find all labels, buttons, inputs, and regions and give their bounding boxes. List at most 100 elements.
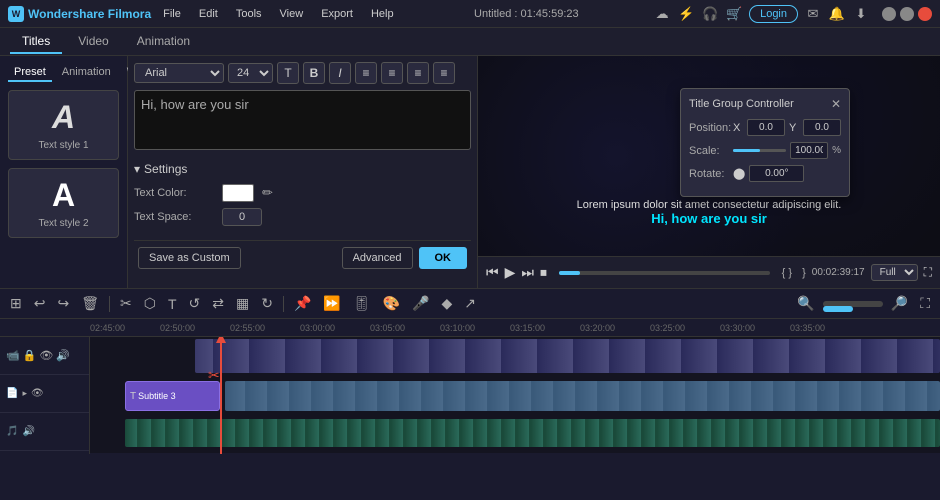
text-editor-area[interactable]: Hi, how are you sir bbox=[134, 90, 471, 150]
color-picker-swatch[interactable] bbox=[222, 184, 254, 202]
snap-icon[interactable]: 📌 bbox=[290, 293, 315, 314]
settings-header[interactable]: ▾ Settings bbox=[134, 162, 471, 176]
save-custom-button[interactable]: Save as Custom bbox=[138, 247, 241, 269]
audio-icon[interactable]: 🔊 bbox=[56, 349, 70, 362]
video-icon: 📹 bbox=[6, 349, 20, 362]
font-size-selector[interactable]: 24 bbox=[228, 63, 273, 83]
tgc-x-input[interactable] bbox=[747, 119, 785, 136]
italic-button[interactable]: I bbox=[329, 62, 351, 84]
close-button[interactable] bbox=[918, 7, 932, 21]
sub-tabs: Preset Animation WordArt bbox=[8, 64, 119, 82]
tgc-rotate-label: Rotate: bbox=[689, 168, 729, 180]
hi-how-text: Hi, how are you sir bbox=[651, 211, 767, 226]
tgc-scale-label: Scale: bbox=[689, 145, 729, 157]
zoom-out-icon[interactable]: 🔍 bbox=[793, 293, 818, 314]
visibility-icon[interactable]: 👁 bbox=[39, 349, 53, 362]
audio-clip-strip[interactable] bbox=[125, 419, 940, 447]
add-track-icon[interactable]: ⊞ bbox=[6, 293, 26, 314]
headphones-icon[interactable]: 🎧 bbox=[701, 5, 719, 23]
stop-button[interactable]: ⏹ bbox=[540, 264, 547, 281]
align-justify-button[interactable]: ≡ bbox=[433, 62, 455, 84]
subtitle-clip[interactable]: T Subtitle 3 bbox=[125, 381, 220, 411]
tab-video[interactable]: Video bbox=[66, 30, 120, 54]
split-icon[interactable]: ⇄ bbox=[208, 293, 228, 314]
tgc-scale-slider[interactable] bbox=[733, 149, 786, 152]
mask-icon[interactable]: ⬡ bbox=[140, 293, 160, 314]
align-left-button[interactable]: ≡ bbox=[355, 62, 377, 84]
tgc-scale-pct: % bbox=[832, 145, 841, 156]
tab-animation[interactable]: Animation bbox=[125, 30, 202, 54]
zoom-in-icon[interactable]: 🔎 bbox=[887, 293, 912, 314]
subtab-animation[interactable]: Animation bbox=[56, 64, 117, 82]
mail-icon[interactable]: ✉ bbox=[804, 5, 822, 23]
quality-selector[interactable]: Full 1/2 1/4 bbox=[871, 264, 918, 281]
style-item-1[interactable]: A Text style 1 bbox=[8, 90, 119, 160]
video-track-icons: 📹 🔒 👁 🔊 bbox=[6, 349, 70, 362]
video-clip-strip[interactable] bbox=[195, 339, 940, 373]
edit-panel: Arial 24 T B I ≡ ≡ ≡ ≡ Hi, how are you s… bbox=[128, 56, 478, 288]
tgc-scale-row: Scale: % bbox=[689, 142, 841, 159]
tgc-close-button[interactable]: ✕ bbox=[831, 97, 841, 111]
text-space-input[interactable] bbox=[222, 208, 262, 226]
minimize-button[interactable] bbox=[882, 7, 896, 21]
audio-mix-icon[interactable]: 🎚 bbox=[349, 293, 375, 314]
subtitle-visibility[interactable]: 👁 bbox=[31, 388, 44, 399]
grid-icon[interactable]: ▦ bbox=[232, 293, 253, 314]
subtab-preset[interactable]: Preset bbox=[8, 64, 52, 82]
font-selector[interactable]: Arial bbox=[134, 63, 224, 83]
advanced-button[interactable]: Advanced bbox=[342, 247, 413, 269]
tgc-y-input[interactable] bbox=[803, 119, 841, 136]
play-button[interactable]: ▶ bbox=[505, 264, 516, 281]
download-icon[interactable]: ⬇ bbox=[852, 5, 870, 23]
prev-button[interactable]: ⏮ bbox=[486, 264, 499, 281]
playback-progress-bar[interactable] bbox=[559, 271, 770, 275]
blend-icon[interactable]: ↺ bbox=[185, 293, 205, 314]
tgc-rotate-input[interactable] bbox=[749, 165, 804, 182]
redo-icon[interactable]: ↪ bbox=[53, 293, 73, 314]
subtitle-track-expand[interactable]: ▸ bbox=[22, 388, 27, 399]
top-bar: W Wondershare Filmora File Edit Tools Vi… bbox=[0, 0, 940, 28]
cut-icon[interactable]: ✂ bbox=[116, 293, 136, 314]
align-right-button[interactable]: ≡ bbox=[407, 62, 429, 84]
motion-icon[interactable]: ↗ bbox=[460, 293, 480, 314]
text-format-icon[interactable]: T bbox=[277, 62, 299, 84]
time-display: 00:02:39:17 bbox=[812, 267, 865, 278]
lock-icon[interactable]: 🔒 bbox=[23, 349, 37, 362]
tgc-position-label: Position: bbox=[689, 122, 729, 134]
left-panel: Preset Animation WordArt A Text style 1 … bbox=[0, 56, 128, 288]
fullscreen-timeline-icon[interactable]: ⛶ bbox=[916, 293, 934, 314]
keyframe-icon[interactable]: ◆ bbox=[437, 293, 456, 314]
refresh-icon[interactable]: ↻ bbox=[257, 293, 277, 314]
menu-file[interactable]: File bbox=[157, 6, 187, 22]
fullscreen-icon[interactable]: ⛶ bbox=[924, 265, 932, 280]
bell-icon[interactable]: 🔔 bbox=[828, 5, 846, 23]
text-space-label: Text Space: bbox=[134, 211, 214, 223]
menu-help[interactable]: Help bbox=[365, 6, 400, 22]
style-item-2[interactable]: A Text style 2 bbox=[8, 168, 119, 238]
lightning-icon[interactable]: ⚡ bbox=[677, 5, 695, 23]
tgc-scale-input[interactable] bbox=[790, 142, 828, 159]
maximize-button[interactable] bbox=[900, 7, 914, 21]
cloud-icon[interactable]: ☁ bbox=[653, 5, 671, 23]
mic-icon[interactable]: 🎤 bbox=[408, 293, 433, 314]
text-tool-icon[interactable]: T bbox=[164, 294, 181, 314]
delete-icon[interactable]: 🗑 bbox=[77, 293, 103, 314]
audio-mute-icon[interactable]: 🔊 bbox=[22, 426, 34, 437]
menu-edit[interactable]: Edit bbox=[193, 6, 224, 22]
menu-tools[interactable]: Tools bbox=[230, 6, 268, 22]
align-center-button[interactable]: ≡ bbox=[381, 62, 403, 84]
forward-button[interactable]: ⏭ bbox=[521, 264, 534, 281]
next-gen-clip[interactable] bbox=[225, 381, 940, 411]
menu-export[interactable]: Export bbox=[315, 6, 359, 22]
cart-icon[interactable]: 🛒 bbox=[725, 5, 743, 23]
eyedropper-icon[interactable]: ✏ bbox=[262, 185, 273, 201]
tab-titles[interactable]: Titles bbox=[10, 30, 62, 54]
menu-view[interactable]: View bbox=[274, 6, 310, 22]
clip-speed-icon[interactable]: ⏩ bbox=[319, 293, 344, 314]
login-button[interactable]: Login bbox=[749, 5, 798, 23]
color-icon[interactable]: 🎨 bbox=[379, 293, 404, 314]
undo-icon[interactable]: ↩ bbox=[30, 293, 50, 314]
ok-button[interactable]: OK bbox=[419, 247, 468, 269]
playhead[interactable] bbox=[220, 337, 222, 454]
bold-button[interactable]: B bbox=[303, 62, 325, 84]
